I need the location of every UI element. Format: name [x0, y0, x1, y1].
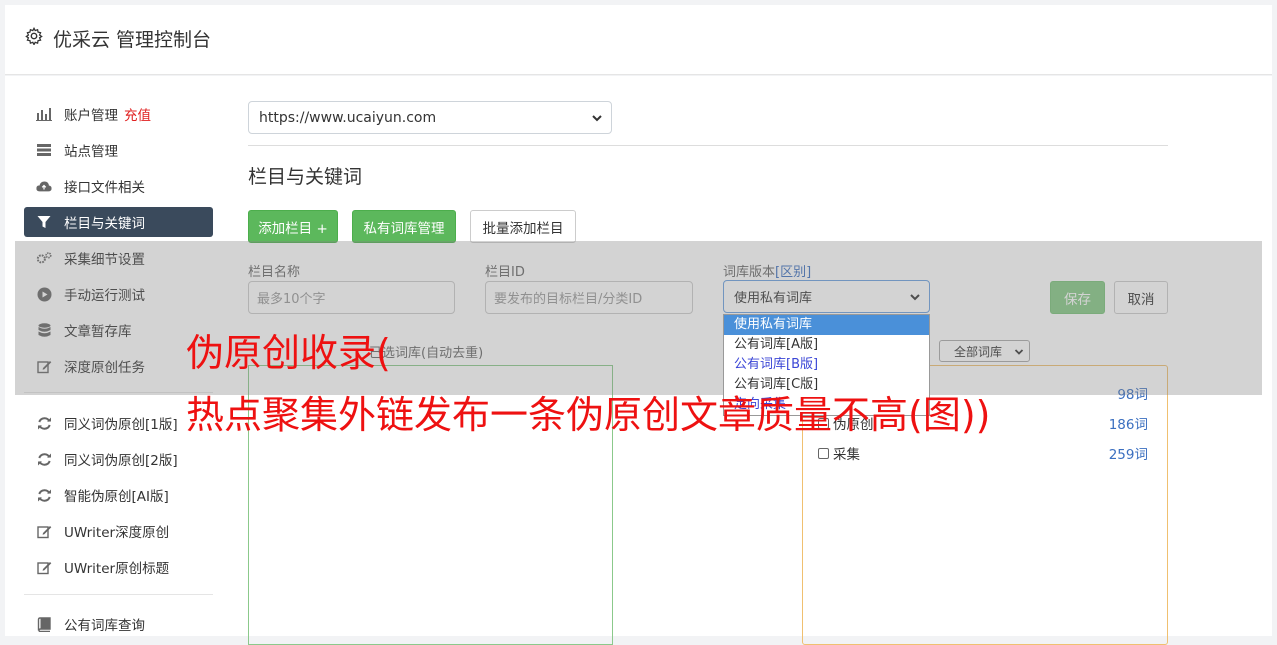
sidebar-divider	[24, 392, 213, 393]
lib-item[interactable]: 采集 259词	[818, 443, 1148, 463]
bar-chart-icon	[36, 106, 52, 122]
chevron-down-icon	[592, 115, 602, 122]
column-id-label: 栏目ID	[485, 265, 525, 280]
cloud-upload-icon	[36, 178, 52, 194]
lib-item-count: 259词	[1108, 447, 1148, 463]
sidebar-item-sites[interactable]: 站点管理	[24, 135, 213, 165]
chevron-down-icon	[1014, 349, 1024, 355]
sidebar-item-ai-rewrite[interactable]: 智能伪原创[AI版]	[24, 480, 213, 510]
server-icon	[36, 142, 52, 158]
cancel-button[interactable]: 取消	[1114, 281, 1168, 314]
version-select-value: 使用私有词库	[734, 291, 813, 306]
sidebar-item-synonym-v2[interactable]: 同义词伪原创[2版]	[24, 444, 213, 474]
sidebar-item-label: 手动运行测试	[64, 288, 145, 304]
play-circle-icon	[36, 286, 52, 302]
refresh-icon	[36, 451, 52, 467]
edit-icon	[36, 559, 52, 575]
version-label-text: 词库版本	[723, 265, 776, 280]
sidebar-item-label: 智能伪原创[AI版]	[64, 489, 169, 505]
recharge-link[interactable]: 充值	[124, 104, 151, 124]
divider	[248, 145, 1168, 146]
chevron-down-icon	[910, 294, 920, 301]
version-diff-link[interactable]: [区别]	[775, 265, 811, 280]
overlay-title-line1: 伪原创收录(	[186, 331, 391, 375]
sidebar-item-label: 同义词伪原创[2版]	[64, 453, 178, 469]
lib-item-count: 98词	[1117, 387, 1148, 403]
overlay-title-line2: 热点聚集外链发布一条伪原创文章质量不高(图))	[186, 393, 991, 437]
sidebar-item-account[interactable]: 账户管理 充值	[24, 99, 213, 129]
sidebar-item-label: 站点管理	[64, 144, 118, 160]
sidebar-item-synonym-v1[interactable]: 同义词伪原创[1版]	[24, 408, 213, 438]
cogs-icon	[36, 250, 52, 266]
page-title: 优采云 管理控制台	[53, 29, 212, 51]
database-icon	[36, 322, 52, 338]
batch-add-button[interactable]: 批量添加栏目	[470, 210, 576, 243]
sidebar-item-deep-original[interactable]: 深度原创任务	[24, 351, 213, 381]
sidebar-item-label: 接口文件相关	[64, 180, 145, 196]
sidebar-item-public-lib[interactable]: 公有词库查询	[24, 609, 213, 639]
sidebar-item-columns[interactable]: 栏目与关键词	[24, 207, 213, 237]
sidebar-item-collect-settings[interactable]: 采集细节设置	[24, 243, 213, 273]
all-libs-select-value: 全部词库	[954, 344, 1003, 359]
gear-icon	[25, 27, 43, 45]
sidebar-item-label: UWriter原创标题	[64, 561, 170, 577]
lib-item-count: 186词	[1108, 417, 1148, 433]
sidebar-item-article-store[interactable]: 文章暂存库	[24, 315, 213, 345]
sidebar-divider	[24, 594, 213, 595]
site-select-value: https://www.ucaiyun.com	[259, 109, 437, 126]
all-libs-select[interactable]: 全部词库	[939, 340, 1030, 362]
sidebar-item-manual-run[interactable]: 手动运行测试	[24, 279, 213, 309]
sidebar-item-uwriter-deep[interactable]: UWriter深度原创	[24, 516, 213, 546]
sidebar-item-uwriter-title[interactable]: UWriter原创标题	[24, 552, 213, 582]
save-button[interactable]: 保存	[1050, 281, 1105, 314]
lib-item-name: 采集	[833, 447, 860, 463]
sidebar-item-label: 账户管理	[64, 108, 118, 124]
private-lib-button[interactable]: 私有词库管理	[352, 210, 456, 243]
sidebar-item-label: 文章暂存库	[64, 324, 132, 340]
site-select[interactable]: https://www.ucaiyun.com	[248, 101, 612, 134]
sidebar-item-label: UWriter深度原创	[64, 525, 170, 541]
sidebar-item-label: 栏目与关键词	[64, 216, 145, 232]
lib-checkbox[interactable]	[818, 447, 829, 459]
header-bar: 优采云 管理控制台	[5, 5, 1272, 75]
version-option[interactable]: 公有词库[B版]	[724, 355, 929, 375]
filter-icon	[36, 214, 52, 230]
sidebar-item-label: 深度原创任务	[64, 360, 145, 376]
version-select[interactable]: 使用私有词库	[723, 280, 930, 313]
column-name-label: 栏目名称	[248, 265, 301, 280]
section-title: 栏目与关键词	[248, 166, 363, 188]
column-name-input[interactable]: 最多10个字	[248, 281, 455, 314]
edit-icon	[36, 358, 52, 374]
version-option[interactable]: 公有词库[A版]	[724, 335, 929, 355]
edit-icon	[36, 523, 52, 539]
column-id-input[interactable]: 要发布的目标栏目/分类ID	[485, 281, 693, 314]
sidebar-item-interface[interactable]: 接口文件相关	[24, 171, 213, 201]
version-label: 词库版本[区别]	[723, 261, 811, 280]
book-icon	[36, 616, 52, 632]
add-column-button[interactable]: 添加栏目 +	[248, 210, 338, 243]
sidebar-item-label: 采集细节设置	[64, 252, 145, 268]
sidebar-item-label: 公有词库查询	[64, 618, 145, 634]
version-option[interactable]: 使用私有词库	[724, 315, 929, 335]
refresh-icon	[36, 487, 52, 503]
sidebar-item-label: 同义词伪原创[1版]	[64, 417, 178, 433]
refresh-icon	[36, 415, 52, 431]
